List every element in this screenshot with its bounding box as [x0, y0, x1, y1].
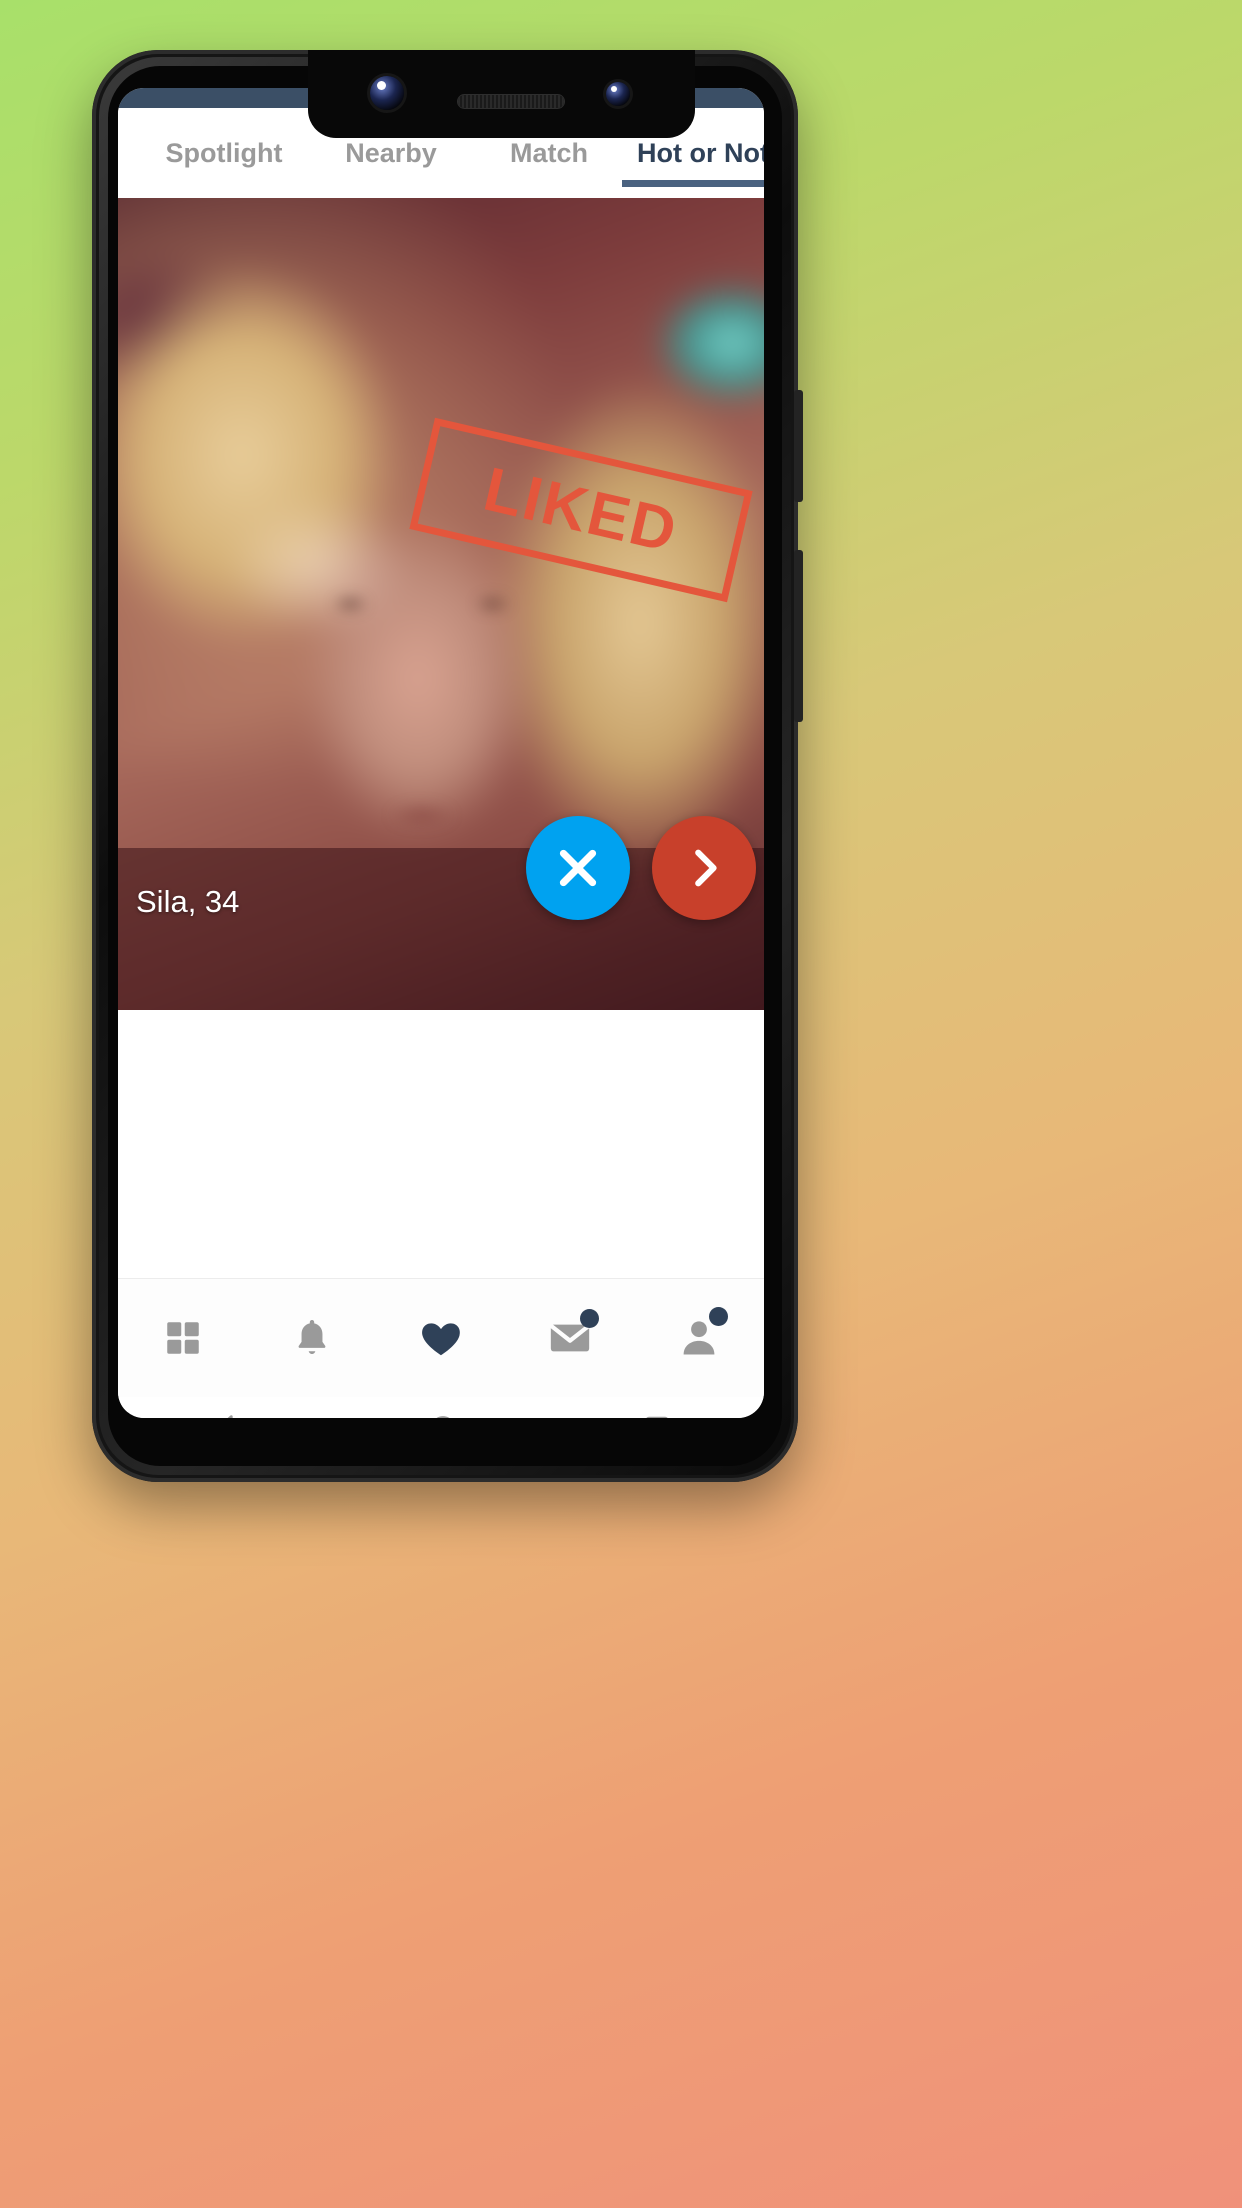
- bell-icon: [298, 1320, 326, 1354]
- android-home-button[interactable]: [428, 1413, 458, 1418]
- nav-item-likes[interactable]: [376, 1279, 505, 1397]
- tab-match[interactable]: Match: [476, 138, 622, 169]
- tab-spotlight[interactable]: Spotlight: [118, 138, 306, 169]
- nav-item-alerts[interactable]: [247, 1279, 376, 1397]
- heart-icon: [422, 1323, 460, 1356]
- tab-hot-or-not[interactable]: Hot or Not: [622, 137, 764, 187]
- nav-item-messages[interactable]: [506, 1279, 635, 1397]
- grid-icon: [166, 1322, 199, 1354]
- nav-item-grid[interactable]: [118, 1279, 247, 1397]
- profile-card[interactable]: LIKED Sila, 34: [118, 198, 764, 1010]
- profile-name-age: Sila, 34: [136, 884, 240, 919]
- android-recents-button[interactable]: [642, 1413, 672, 1418]
- card-action-buttons: [526, 816, 756, 920]
- front-camera-main-icon: [370, 76, 404, 110]
- dislike-button[interactable]: [526, 816, 630, 920]
- close-icon: [559, 849, 597, 887]
- power-button[interactable]: [794, 390, 803, 502]
- profile-notification-badge: [709, 1307, 729, 1326]
- bottom-navigation-bar: [118, 1278, 764, 1397]
- messages-notification-badge: [580, 1309, 600, 1328]
- chevron-right-icon: [695, 849, 717, 887]
- earpiece-speaker: [458, 95, 564, 108]
- android-system-nav: [118, 1397, 764, 1418]
- tab-nearby[interactable]: Nearby: [306, 138, 476, 169]
- active-tab-indicator: [622, 179, 764, 187]
- speaker-grille: [340, 1447, 550, 1456]
- phone-screen: Spotlight Nearby Match Hot or Not LIKED …: [118, 88, 764, 1418]
- next-button[interactable]: [652, 816, 756, 920]
- android-back-button[interactable]: [210, 1411, 244, 1418]
- volume-button[interactable]: [794, 550, 803, 722]
- front-camera-second-icon: [606, 82, 630, 106]
- nav-item-profile[interactable]: [635, 1279, 764, 1397]
- tab-hot-or-not-label: Hot or Not: [637, 137, 764, 168]
- liked-stamp-label: LIKED: [477, 454, 685, 566]
- phone-notch: [308, 50, 695, 138]
- content-blank-area: [118, 1010, 764, 1278]
